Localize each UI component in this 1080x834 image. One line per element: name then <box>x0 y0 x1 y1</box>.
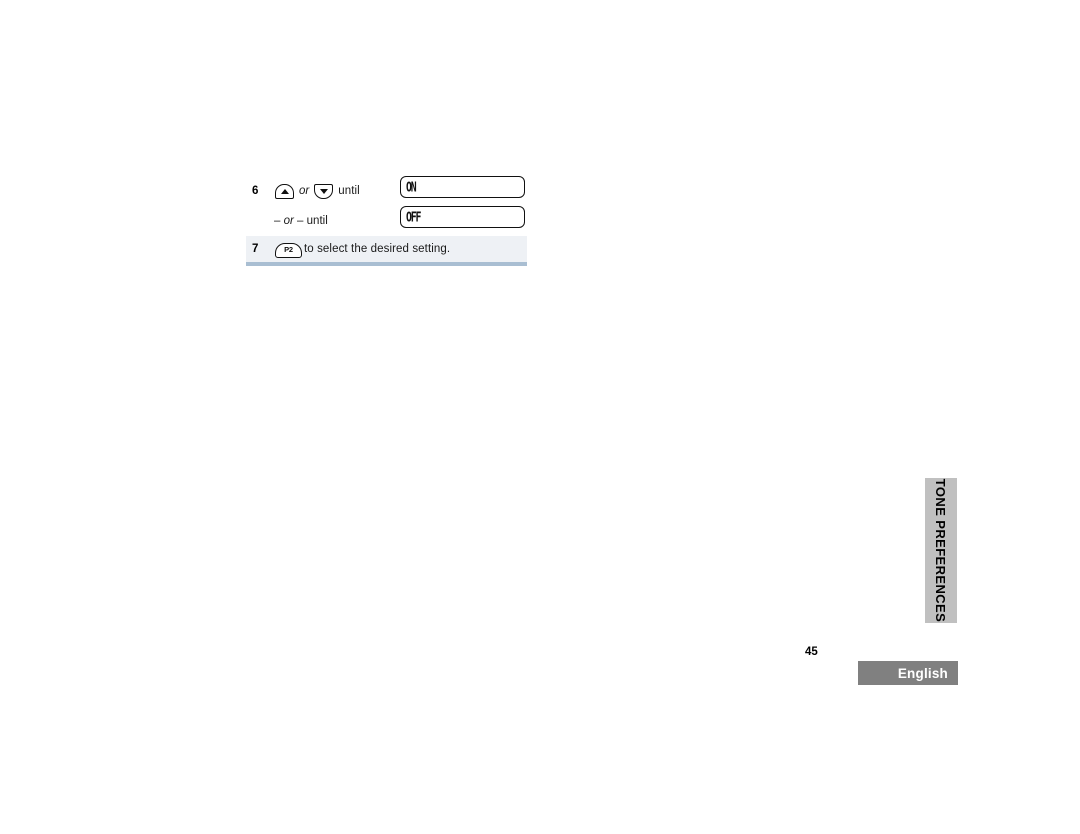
p2-key-label: P2 <box>284 245 293 255</box>
step-number: 7 <box>252 243 259 255</box>
step-text: to select the desired setting. <box>304 243 451 255</box>
section-tab: TONE PREFERENCES <box>925 478 957 623</box>
lcd-display-text: ON <box>406 179 417 195</box>
alternative-line: – or – until <box>252 215 328 227</box>
up-arrow-key-icon[interactable] <box>275 183 294 199</box>
p2-key-icon[interactable]: P2 <box>275 242 302 258</box>
alt-dash-left: – <box>274 215 281 227</box>
section-tab-label: TONE PREFERENCES <box>933 478 949 623</box>
lcd-display-on: ON <box>400 176 525 198</box>
lcd-display-text: OFF <box>406 209 422 225</box>
step-number: 6 <box>252 185 259 197</box>
alt-dash-right: – <box>297 215 304 227</box>
step-row-7: 7 P2 to select the desired setting. <box>246 236 527 266</box>
step-connector-or: or <box>299 185 310 197</box>
down-arrow-key-icon[interactable] <box>314 183 334 199</box>
language-label: English <box>897 665 948 681</box>
alt-step-text: until <box>306 215 328 227</box>
lcd-display-off: OFF <box>400 206 525 228</box>
display-column: ON OFF <box>400 176 527 236</box>
step-text: until <box>338 185 360 197</box>
page-number: 45 <box>805 646 818 658</box>
language-bar: English <box>858 661 958 685</box>
alt-connector-or: or <box>283 215 294 227</box>
